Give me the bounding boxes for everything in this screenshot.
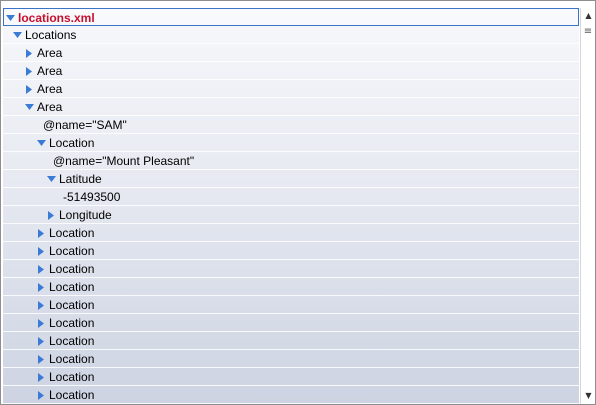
tree-node-label: Location [49, 352, 95, 366]
collapsed-triangle-icon[interactable] [37, 296, 47, 314]
tree-node-label: Location [49, 136, 95, 150]
tree-row[interactable]: Area [3, 80, 579, 98]
tree-row[interactable]: Location [3, 368, 579, 386]
tree-row[interactable]: Location [3, 224, 579, 242]
expanded-triangle-icon[interactable] [25, 98, 35, 116]
expanded-triangle-icon[interactable] [37, 134, 47, 152]
tree-node-label: -51493500 [63, 190, 121, 204]
tree-node-label: @name="Mount Pleasant" [53, 154, 195, 168]
tree-node-label: Area [37, 46, 63, 60]
collapsed-triangle-icon[interactable] [25, 44, 35, 62]
scroll-down-arrow-icon[interactable]: ▼ [581, 388, 595, 404]
expanded-triangle-icon[interactable] [6, 9, 16, 27]
scroll-up-arrow-icon[interactable]: ▲ [581, 8, 595, 24]
tree-row[interactable]: @name="Mount Pleasant" [3, 152, 579, 170]
tree-row[interactable]: Area [3, 98, 579, 116]
tree-row[interactable]: Longitude [3, 206, 579, 224]
tree-row[interactable]: Location [3, 332, 579, 350]
tree-row[interactable]: -51493500 [3, 188, 579, 206]
collapsed-triangle-icon[interactable] [37, 242, 47, 260]
tree-row[interactable]: @name="SAM" [3, 116, 579, 134]
tree-root-row[interactable]: locations.xml [3, 8, 579, 26]
tree-row[interactable]: Location [3, 134, 579, 152]
tree-node-label: Location [49, 316, 95, 330]
tree-row[interactable]: Area [3, 44, 579, 62]
collapsed-triangle-icon[interactable] [25, 80, 35, 98]
tree-node-label: Area [37, 82, 63, 96]
tree-row[interactable]: Location [3, 242, 579, 260]
tree-node-label: Location [49, 280, 95, 294]
tree-row[interactable]: Location [3, 278, 579, 296]
collapsed-triangle-icon[interactable] [37, 350, 47, 368]
tree-node-label: Location [49, 226, 95, 240]
collapsed-triangle-icon[interactable] [37, 278, 47, 296]
tree-node-label: Location [49, 370, 95, 384]
collapsed-triangle-icon[interactable] [37, 314, 47, 332]
xml-tree-panel: locations.xml Locations Area Area Area Area @n… [0, 0, 596, 405]
tree-row[interactable]: Locations [3, 26, 579, 44]
collapsed-triangle-icon[interactable] [37, 260, 47, 278]
tree-row[interactable]: Location [3, 260, 579, 278]
collapsed-triangle-icon[interactable] [25, 62, 35, 80]
tree-node-label: Location [49, 334, 95, 348]
collapsed-triangle-icon[interactable] [37, 386, 47, 404]
vertical-scrollbar[interactable]: ▲ ≡ ▼ [580, 8, 595, 404]
tree-node-label: Longitude [59, 208, 112, 222]
expanded-triangle-icon[interactable] [47, 170, 57, 188]
collapsed-triangle-icon[interactable] [37, 332, 47, 350]
xml-tree[interactable]: locations.xml Locations Area Area Area Area @n… [3, 8, 579, 404]
scroll-thumb-grip-icon[interactable]: ≡ [583, 25, 593, 39]
tree-node-label: locations.xml [18, 11, 95, 25]
collapsed-triangle-icon[interactable] [37, 224, 47, 242]
tree-row[interactable]: Area [3, 62, 579, 80]
tree-node-label: Area [37, 64, 63, 78]
tree-node-label: Locations [25, 28, 77, 42]
tree-node-label: Location [49, 298, 95, 312]
tree-node-label: @name="SAM" [43, 118, 127, 132]
tree-node-label: Location [49, 244, 95, 258]
tree-row[interactable]: Location [3, 314, 579, 332]
tree-node-label: Location [49, 262, 95, 276]
tree-row[interactable]: Location [3, 350, 579, 368]
tree-row[interactable]: Location [3, 386, 579, 404]
tree-row[interactable]: Location [3, 296, 579, 314]
collapsed-triangle-icon[interactable] [37, 368, 47, 386]
tree-node-label: Location [49, 388, 95, 402]
tree-node-label: Latitude [59, 172, 102, 186]
expanded-triangle-icon[interactable] [13, 26, 23, 44]
collapsed-triangle-icon[interactable] [47, 206, 57, 224]
tree-row[interactable]: Latitude [3, 170, 579, 188]
tree-node-label: Area [37, 100, 63, 114]
